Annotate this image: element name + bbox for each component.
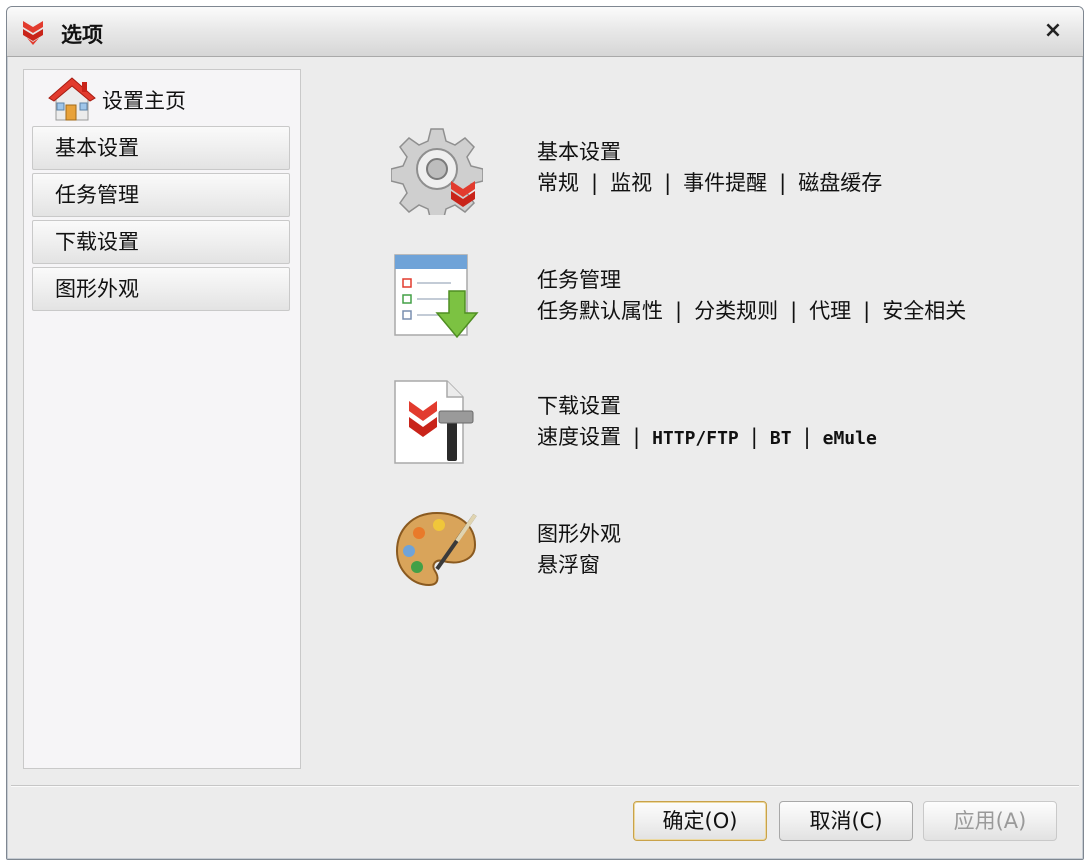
link-floating-window[interactable]: 悬浮窗 bbox=[537, 553, 600, 577]
close-button[interactable]: × bbox=[1041, 19, 1065, 43]
palette-icon bbox=[395, 511, 477, 587]
link-separator: | bbox=[750, 425, 758, 449]
section-links: 悬浮窗 bbox=[537, 549, 621, 581]
sidebar-item-label: 下载设置 bbox=[55, 230, 139, 254]
link-speed-settings[interactable]: 速度设置 bbox=[537, 425, 621, 449]
section-title-download-settings[interactable]: 下载设置 bbox=[537, 391, 877, 421]
link-proxy[interactable]: 代理 bbox=[809, 299, 851, 323]
dialog-body: 设置主页 基本设置 任务管理 下载设置 图形外观 基本设置 常规 | 监视 | … bbox=[11, 57, 1079, 853]
section-title-appearance[interactable]: 图形外观 bbox=[537, 519, 621, 549]
app-logo-icon bbox=[23, 21, 43, 45]
link-separator: | bbox=[790, 299, 798, 323]
link-disk-cache[interactable]: 磁盘缓存 bbox=[798, 171, 882, 195]
section-title-task-management[interactable]: 任务管理 bbox=[537, 265, 966, 295]
section-appearance: 图形外观 悬浮窗 bbox=[391, 505, 1051, 605]
sidebar-home-label: 设置主页 bbox=[102, 89, 186, 113]
link-separator: | bbox=[591, 171, 599, 195]
sidebar-item-appearance[interactable]: 图形外观 bbox=[32, 267, 290, 311]
home-icon bbox=[48, 77, 96, 121]
section-links: 速度设置 | HTTP/FTP | BT | eMule bbox=[537, 421, 877, 453]
section-title-basic-settings[interactable]: 基本设置 bbox=[537, 137, 882, 167]
link-separator: | bbox=[779, 171, 787, 195]
sidebar-home[interactable]: 设置主页 bbox=[48, 76, 278, 124]
link-separator: | bbox=[675, 299, 683, 323]
section-links: 常规 | 监视 | 事件提醒 | 磁盘缓存 bbox=[537, 167, 882, 199]
sidebar-item-basic-settings[interactable]: 基本设置 bbox=[32, 126, 290, 170]
link-separator: | bbox=[803, 425, 811, 449]
sidebar-item-label: 任务管理 bbox=[55, 183, 139, 207]
sidebar-item-label: 基本设置 bbox=[55, 136, 139, 160]
link-http-ftp[interactable]: HTTP/FTP bbox=[652, 428, 739, 449]
link-general[interactable]: 常规 bbox=[537, 171, 579, 195]
cancel-button[interactable]: 取消(C) bbox=[779, 801, 913, 841]
section-basic-settings: 基本设置 常规 | 监视 | 事件提醒 | 磁盘缓存 bbox=[391, 123, 1051, 223]
sidebar-item-label: 图形外观 bbox=[55, 277, 139, 301]
link-security[interactable]: 安全相关 bbox=[882, 299, 966, 323]
link-separator: | bbox=[863, 299, 871, 323]
link-separator: | bbox=[633, 425, 641, 449]
link-separator: | bbox=[664, 171, 672, 195]
link-event-reminder[interactable]: 事件提醒 bbox=[683, 171, 767, 195]
apply-button[interactable]: 应用(A) bbox=[923, 801, 1057, 841]
task-list-download-icon bbox=[394, 254, 479, 339]
link-task-default-properties[interactable]: 任务默认属性 bbox=[537, 299, 663, 323]
link-category-rules[interactable]: 分类规则 bbox=[694, 299, 778, 323]
footer-divider bbox=[11, 785, 1079, 787]
section-task-management: 任务管理 任务默认属性 | 分类规则 | 代理 | 安全相关 bbox=[391, 251, 1051, 351]
sidebar: 设置主页 基本设置 任务管理 下载设置 图形外观 bbox=[23, 69, 301, 769]
section-download-settings: 下载设置 速度设置 | HTTP/FTP | BT | eMule bbox=[391, 377, 1051, 477]
download-tools-icon bbox=[394, 380, 474, 464]
ok-button[interactable]: 确定(O) bbox=[633, 801, 767, 841]
title-bar: 选项 × bbox=[7, 7, 1083, 57]
close-icon: × bbox=[1043, 18, 1063, 43]
section-links: 任务默认属性 | 分类规则 | 代理 | 安全相关 bbox=[537, 295, 966, 327]
gear-icon bbox=[391, 128, 483, 215]
sidebar-item-download-settings[interactable]: 下载设置 bbox=[32, 220, 290, 264]
settings-home-panel: 基本设置 常规 | 监视 | 事件提醒 | 磁盘缓存 任务管理 任务默认属性 |… bbox=[311, 69, 1071, 769]
link-emule[interactable]: eMule bbox=[823, 428, 877, 449]
sidebar-item-task-management[interactable]: 任务管理 bbox=[32, 173, 290, 217]
window-title: 选项 bbox=[61, 23, 103, 47]
options-dialog: 选项 × 设置主页 基本设置 任务管理 下载设置 图形外观 基本设置 常规 | … bbox=[6, 6, 1084, 860]
link-bt[interactable]: BT bbox=[770, 428, 792, 449]
link-monitor[interactable]: 监视 bbox=[610, 171, 652, 195]
